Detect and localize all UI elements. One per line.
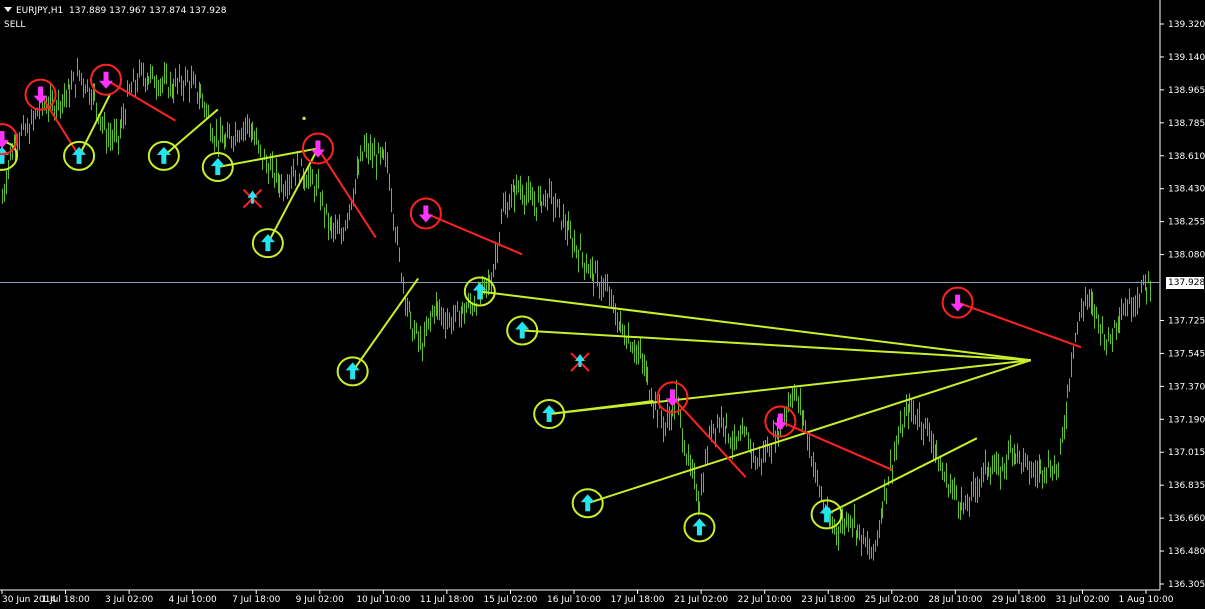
y-tick-label: 138.430 bbox=[1168, 185, 1205, 195]
buy-pattern-line bbox=[826, 437, 978, 516]
buy-pattern-line bbox=[587, 359, 1032, 505]
y-tick-label: 138.080 bbox=[1168, 251, 1205, 261]
x-tick-label: 29 Jul 18:00 bbox=[992, 595, 1046, 605]
price-chart[interactable]: 139.320 139.140 138.965 138.785 138.610 138.4… bbox=[0, 0, 1205, 605]
dropdown-triangle-icon[interactable] bbox=[4, 7, 12, 12]
sell-arrow-icon bbox=[0, 131, 9, 149]
buy-pattern-line bbox=[266, 147, 319, 244]
x-tick-label: 16 Jul 10:00 bbox=[547, 595, 601, 605]
buy-arrow-icon bbox=[580, 494, 595, 512]
x-tick-label: 1 Jul 18:00 bbox=[41, 595, 90, 605]
y-tick-label: 139.320 bbox=[1168, 20, 1205, 30]
buy-pattern-line bbox=[351, 277, 419, 372]
sell-arrow-icon bbox=[773, 413, 788, 431]
x-tick-label: 21 Jul 02:00 bbox=[674, 595, 728, 605]
sell-pattern-line bbox=[957, 301, 1082, 349]
x-tick-label: 4 Jul 10:00 bbox=[169, 595, 218, 605]
current-price-label: 137.928 bbox=[1166, 276, 1205, 289]
buy-pattern-line bbox=[522, 329, 1031, 362]
buy-arrow-icon bbox=[692, 518, 707, 536]
x-tick-label: 25 Jul 02:00 bbox=[865, 595, 919, 605]
y-tick-label: 137.015 bbox=[1168, 448, 1205, 458]
x-tick-label: 7 Jul 18:00 bbox=[232, 595, 281, 605]
y-tick-label: 137.545 bbox=[1168, 349, 1205, 359]
y-tick-label: 136.480 bbox=[1168, 547, 1205, 557]
x-tick-label: 3 Jul 02:00 bbox=[105, 595, 154, 605]
x-tick-label: 23 Jul 18:00 bbox=[801, 595, 855, 605]
y-tick-label: 136.835 bbox=[1168, 481, 1205, 491]
y-tick-label: 138.610 bbox=[1168, 152, 1205, 162]
x-tick-label: 17 Jul 18:00 bbox=[611, 595, 665, 605]
ohlc-values: 137.889 137.967 137.874 137.928 bbox=[69, 6, 227, 16]
chart-svg: 139.320 139.140 138.965 138.785 138.610 138.4… bbox=[0, 0, 1205, 605]
buy-arrow-icon bbox=[156, 146, 171, 164]
y-tick-label: 136.660 bbox=[1168, 514, 1205, 524]
x-tick-label: 28 Jul 10:00 bbox=[928, 595, 982, 605]
sell-arrow-icon bbox=[950, 294, 965, 312]
sell-pattern-line bbox=[779, 420, 893, 471]
y-tick-label: 136.305 bbox=[1168, 580, 1205, 590]
y-tick-label: 137.725 bbox=[1168, 316, 1205, 326]
chart-header: EURJPY,H1 137.889 137.967 137.874 137.92… bbox=[4, 6, 226, 16]
signal-label: SELL bbox=[4, 20, 26, 30]
buy-arrow-icon bbox=[0, 146, 9, 164]
y-tick-label: 138.785 bbox=[1168, 119, 1205, 129]
marker-dot bbox=[302, 116, 306, 120]
y-tick-label: 138.255 bbox=[1168, 218, 1205, 228]
x-tick-label: 31 Jul 02:00 bbox=[1055, 595, 1109, 605]
x-tick-label: 1 Aug 10:00 bbox=[1119, 595, 1174, 605]
sell-pattern-line bbox=[39, 94, 80, 157]
buy-arrow-icon bbox=[819, 505, 834, 523]
buy-pattern-line bbox=[479, 290, 1031, 362]
symbol-timeframe: EURJPY,H1 bbox=[16, 6, 64, 16]
buy-arrow-icon bbox=[260, 234, 275, 252]
buy-pattern-line bbox=[78, 94, 111, 157]
x-tick-label: 9 Jul 02:00 bbox=[296, 595, 345, 605]
sell-arrow-icon bbox=[418, 205, 433, 223]
sell-pattern-line bbox=[105, 78, 176, 122]
buy-pattern-line bbox=[163, 108, 219, 157]
y-tick-label: 139.140 bbox=[1168, 53, 1205, 63]
x-tick-label: 10 Jul 10:00 bbox=[356, 595, 410, 605]
y-tick-label: 137.190 bbox=[1168, 415, 1205, 425]
x-tick-label: 15 Jul 02:00 bbox=[483, 595, 537, 605]
x-tick-label: 11 Jul 18:00 bbox=[420, 595, 474, 605]
y-tick-label: 137.370 bbox=[1168, 382, 1205, 392]
y-tick-label: 138.965 bbox=[1168, 86, 1205, 96]
x-tick-label: 22 Jul 10:00 bbox=[738, 595, 792, 605]
sell-arrow-icon bbox=[99, 71, 114, 89]
